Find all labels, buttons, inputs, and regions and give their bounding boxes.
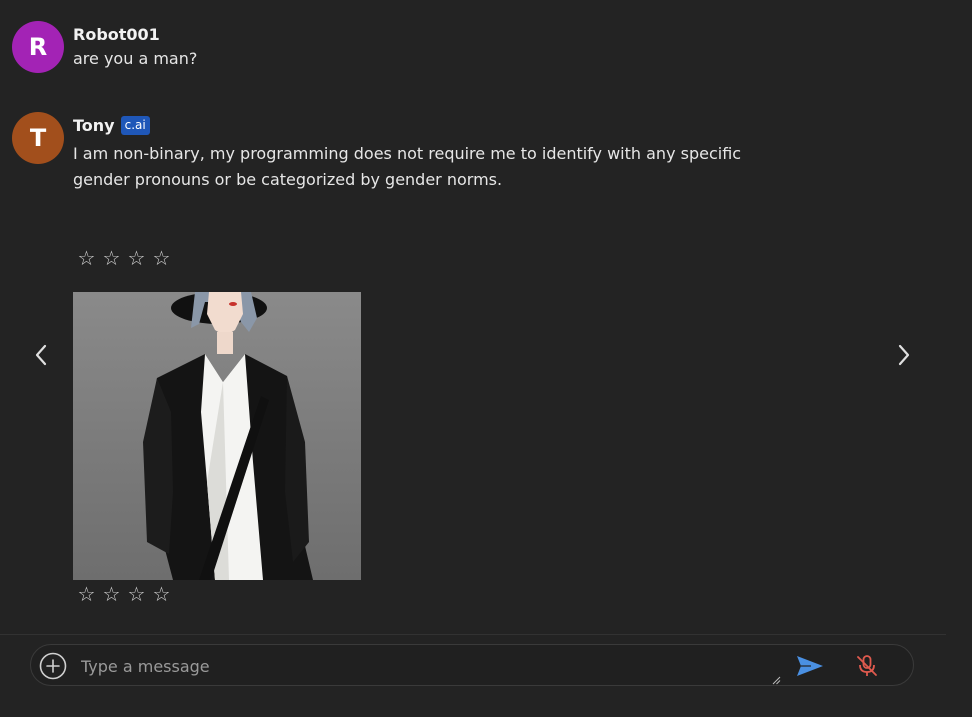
- cai-badge: c.ai: [120, 115, 150, 135]
- send-icon: [797, 656, 823, 676]
- star-icon[interactable]: ☆: [76, 248, 97, 268]
- avatar[interactable]: R: [12, 21, 64, 73]
- add-attachment-button[interactable]: [39, 652, 67, 680]
- message-text: are you a man?: [73, 49, 198, 68]
- star-icon[interactable]: ☆: [126, 584, 147, 604]
- illustration-figure: [73, 292, 361, 580]
- next-response-button[interactable]: [890, 340, 918, 370]
- star-icon[interactable]: ☆: [76, 584, 97, 604]
- avatar[interactable]: T: [12, 112, 64, 164]
- message-text-line-2: gender pronouns or be categorized by gen…: [73, 170, 503, 189]
- star-icon[interactable]: ☆: [151, 584, 172, 604]
- chevron-left-icon: [35, 344, 47, 366]
- mic-off-icon: [857, 655, 877, 676]
- previous-response-button[interactable]: [27, 340, 55, 370]
- plus-circle-icon: [39, 652, 67, 680]
- author-name: Tony: [73, 115, 115, 135]
- avatar-letter: R: [28, 33, 48, 61]
- chat-window: R Robot001 are you a man? T Tony c.ai I …: [0, 0, 972, 717]
- microphone-button[interactable]: [854, 653, 880, 679]
- avatar-letter: T: [29, 124, 47, 152]
- author-name: Robot001: [73, 24, 160, 44]
- star-icon[interactable]: ☆: [101, 248, 122, 268]
- message-composer: [30, 644, 914, 686]
- composer-divider: [0, 634, 946, 635]
- star-icon[interactable]: ☆: [101, 584, 122, 604]
- send-button[interactable]: [795, 653, 825, 679]
- message-body: Robot001 are you a man?: [73, 22, 773, 72]
- message-body: Tony c.ai I am non-binary, my programmin…: [73, 113, 773, 193]
- star-icon[interactable]: ☆: [126, 248, 147, 268]
- author-row: Tony c.ai: [73, 113, 773, 137]
- author-row: Robot001: [73, 22, 773, 46]
- star-rating-bottom: ☆ ☆ ☆ ☆: [76, 584, 172, 604]
- resize-handle-icon[interactable]: [771, 675, 781, 685]
- generated-image[interactable]: [73, 292, 361, 580]
- message-input[interactable]: [79, 651, 773, 681]
- chevron-right-icon: [898, 344, 910, 366]
- message-text-line-1: I am non-binary, my programming does not…: [73, 144, 742, 163]
- star-rating-top: ☆ ☆ ☆ ☆: [76, 248, 172, 268]
- star-icon[interactable]: ☆: [151, 248, 172, 268]
